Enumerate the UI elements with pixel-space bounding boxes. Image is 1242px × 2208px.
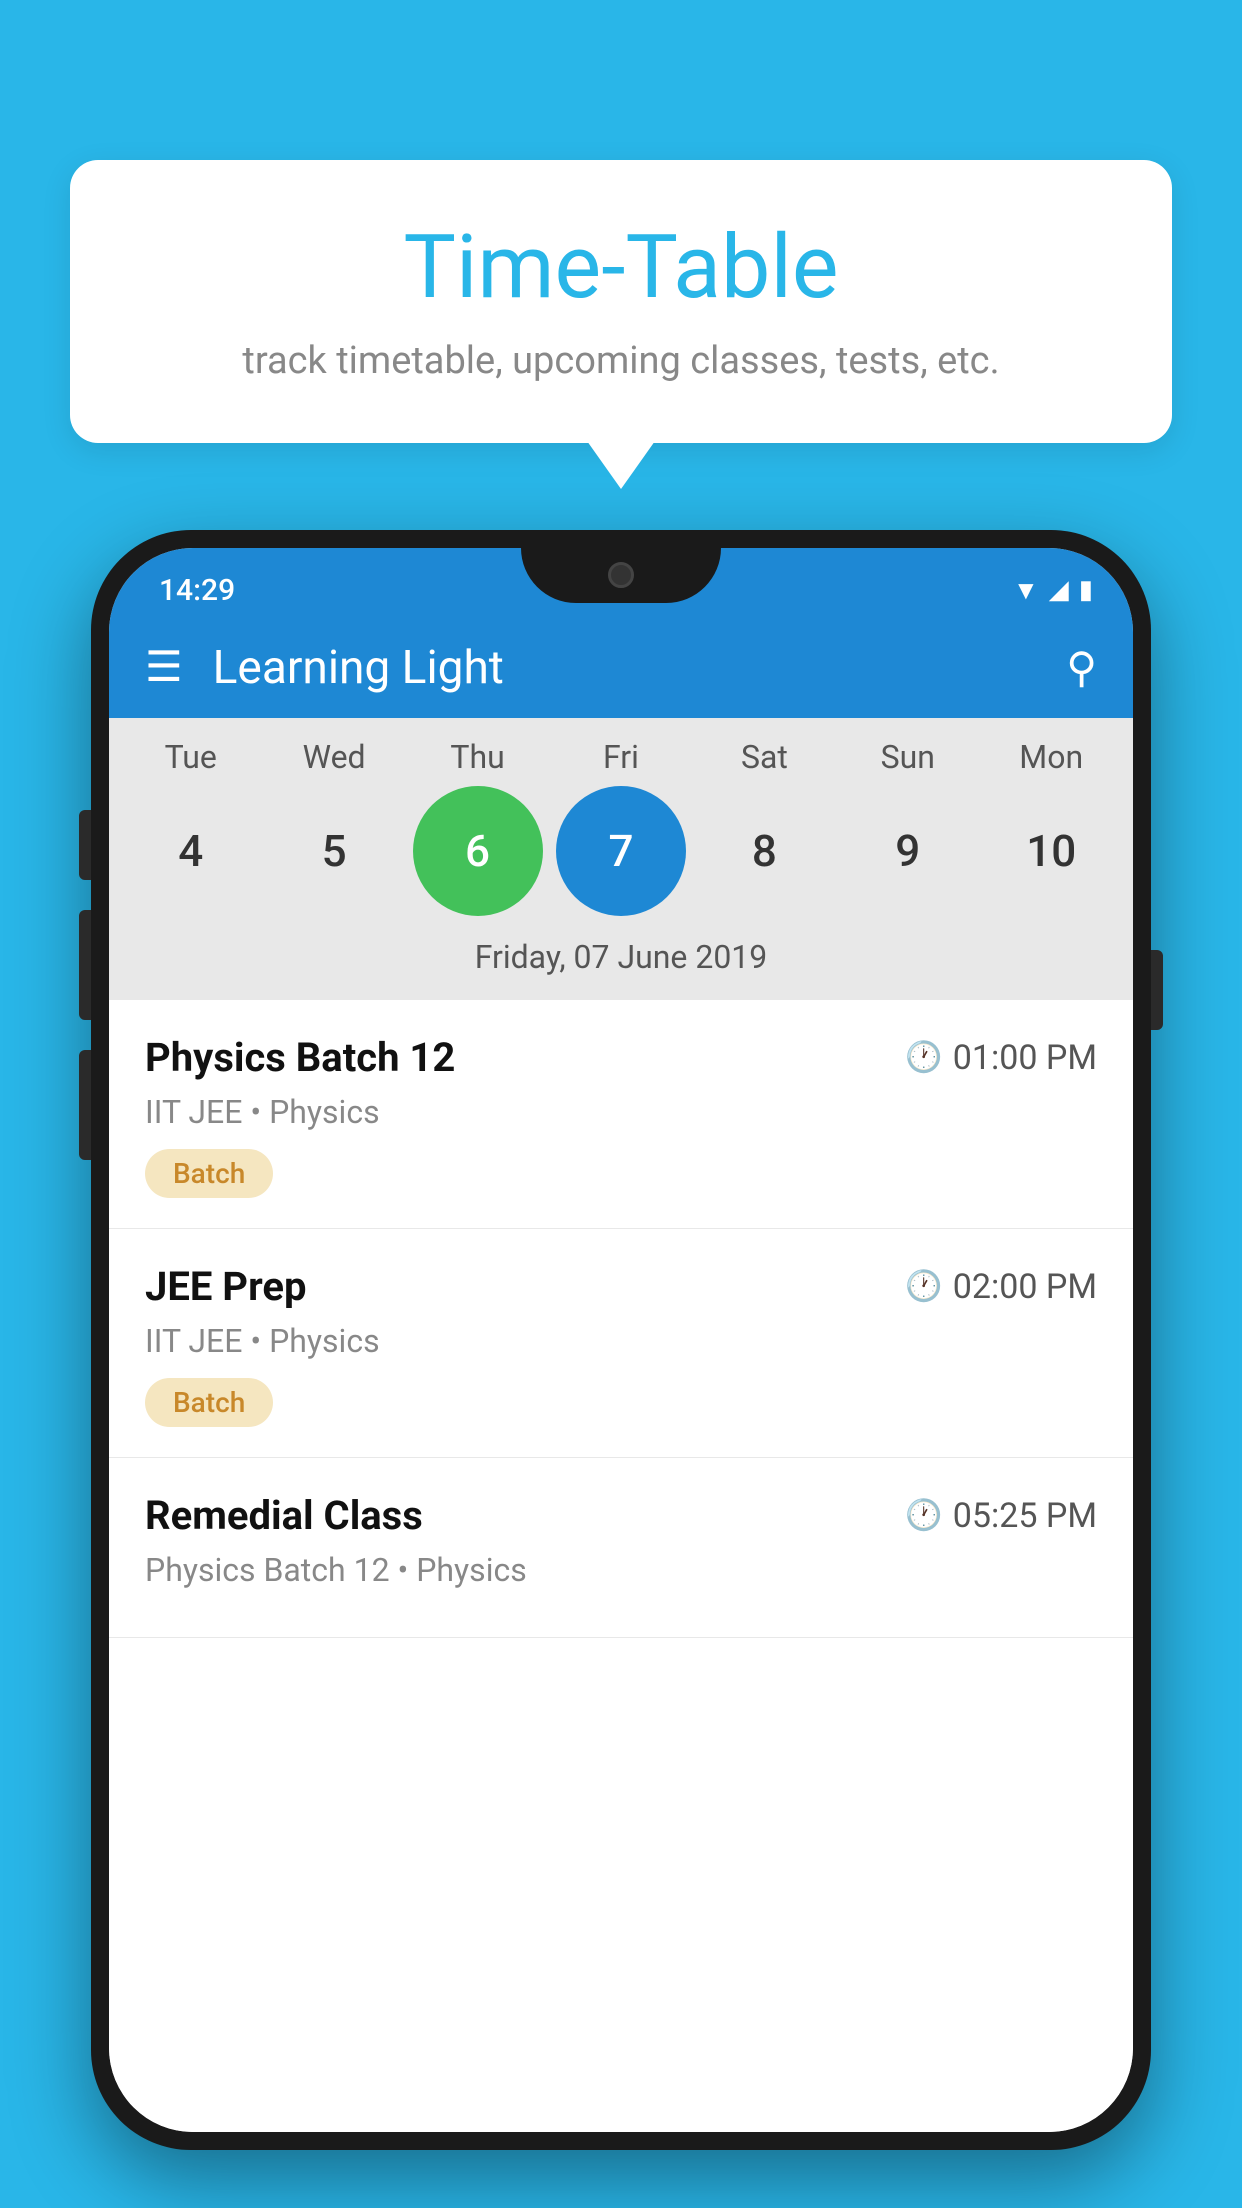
schedule-item-1-sub: IIT JEE • Physics <box>145 1093 1097 1131</box>
intro-card: Time-Table track timetable, upcoming cla… <box>70 160 1172 443</box>
phone-mockup: 14:29 ▼ ◢ ▮ ☰ Learning Light ⚲ Tu <box>91 530 1151 2150</box>
app-bar: ☰ Learning Light ⚲ <box>109 618 1133 718</box>
schedule-item-2-header: JEE Prep 🕐 02:00 PM <box>145 1263 1097 1310</box>
schedule-item-2[interactable]: JEE Prep 🕐 02:00 PM IIT JEE • Physics Ba… <box>109 1229 1133 1458</box>
wifi-icon: ▼ <box>1013 575 1039 606</box>
phone-outer: 14:29 ▼ ◢ ▮ ☰ Learning Light ⚲ Tu <box>91 530 1151 2150</box>
schedule-item-2-time-text: 02:00 PM <box>953 1267 1097 1307</box>
schedule-item-3[interactable]: Remedial Class 🕐 05:25 PM Physics Batch … <box>109 1458 1133 1638</box>
schedule-list: Physics Batch 12 🕐 01:00 PM IIT JEE • Ph… <box>109 1000 1133 2132</box>
schedule-item-2-sub: IIT JEE • Physics <box>145 1322 1097 1360</box>
day-label-sun: Sun <box>843 738 973 776</box>
schedule-item-1-time-text: 01:00 PM <box>953 1038 1097 1078</box>
day-9[interactable]: 9 <box>843 786 973 916</box>
bubble-subtitle: track timetable, upcoming classes, tests… <box>120 335 1122 388</box>
schedule-item-3-time-text: 05:25 PM <box>953 1496 1097 1536</box>
day-label-wed: Wed <box>269 738 399 776</box>
clock-icon-1: 🕐 <box>905 1040 942 1075</box>
front-camera <box>608 562 634 588</box>
day-numbers: 4 5 6 7 8 9 10 <box>119 786 1123 916</box>
schedule-item-3-sub: Physics Batch 12 • Physics <box>145 1551 1097 1589</box>
schedule-item-3-header: Remedial Class 🕐 05:25 PM <box>145 1492 1097 1539</box>
speech-bubble: Time-Table track timetable, upcoming cla… <box>70 160 1172 443</box>
hamburger-icon[interactable]: ☰ <box>145 647 183 689</box>
schedule-item-2-time: 🕐 02:00 PM <box>905 1267 1097 1307</box>
day-5[interactable]: 5 <box>269 786 399 916</box>
phone-screen: 14:29 ▼ ◢ ▮ ☰ Learning Light ⚲ Tu <box>109 548 1133 2132</box>
schedule-item-3-title: Remedial Class <box>145 1492 423 1539</box>
silent-button <box>79 1050 91 1160</box>
schedule-item-1-time: 🕐 01:00 PM <box>905 1038 1097 1078</box>
day-label-fri: Fri <box>556 738 686 776</box>
signal-icon: ◢ <box>1049 575 1069 605</box>
day-label-mon: Mon <box>986 738 1116 776</box>
schedule-item-2-title: JEE Prep <box>145 1263 306 1310</box>
day-10[interactable]: 10 <box>986 786 1116 916</box>
volume-up-button <box>79 810 91 880</box>
status-time: 14:29 <box>149 559 235 608</box>
battery-icon: ▮ <box>1079 575 1093 605</box>
schedule-item-2-badge: Batch <box>145 1378 273 1427</box>
volume-down-button <box>79 910 91 1020</box>
power-button <box>1151 950 1163 1030</box>
phone-content: 14:29 ▼ ◢ ▮ ☰ Learning Light ⚲ Tu <box>109 548 1133 2132</box>
bubble-title: Time-Table <box>120 220 1122 317</box>
schedule-item-1[interactable]: Physics Batch 12 🕐 01:00 PM IIT JEE • Ph… <box>109 1000 1133 1229</box>
phone-notch <box>521 548 721 603</box>
date-display: Friday, 07 June 2019 <box>119 930 1123 990</box>
schedule-item-1-badge: Batch <box>145 1149 273 1198</box>
schedule-item-1-header: Physics Batch 12 🕐 01:00 PM <box>145 1034 1097 1081</box>
day-label-sat: Sat <box>699 738 829 776</box>
calendar-strip: Tue Wed Thu Fri Sat Sun Mon 4 5 6 7 8 <box>109 718 1133 1000</box>
schedule-item-3-time: 🕐 05:25 PM <box>905 1496 1097 1536</box>
day-8[interactable]: 8 <box>699 786 829 916</box>
day-label-tue: Tue <box>126 738 256 776</box>
clock-icon-2: 🕐 <box>905 1269 942 1304</box>
day-4[interactable]: 4 <box>126 786 256 916</box>
app-title: Learning Light <box>213 641 1067 695</box>
status-icons: ▼ ◢ ▮ <box>1013 561 1093 606</box>
search-icon[interactable]: ⚲ <box>1066 643 1097 693</box>
day-label-thu: Thu <box>413 738 543 776</box>
day-7-selected[interactable]: 7 <box>556 786 686 916</box>
day-labels: Tue Wed Thu Fri Sat Sun Mon <box>119 738 1123 776</box>
schedule-item-1-title: Physics Batch 12 <box>145 1034 455 1081</box>
clock-icon-3: 🕐 <box>905 1498 942 1533</box>
day-6-today[interactable]: 6 <box>413 786 543 916</box>
